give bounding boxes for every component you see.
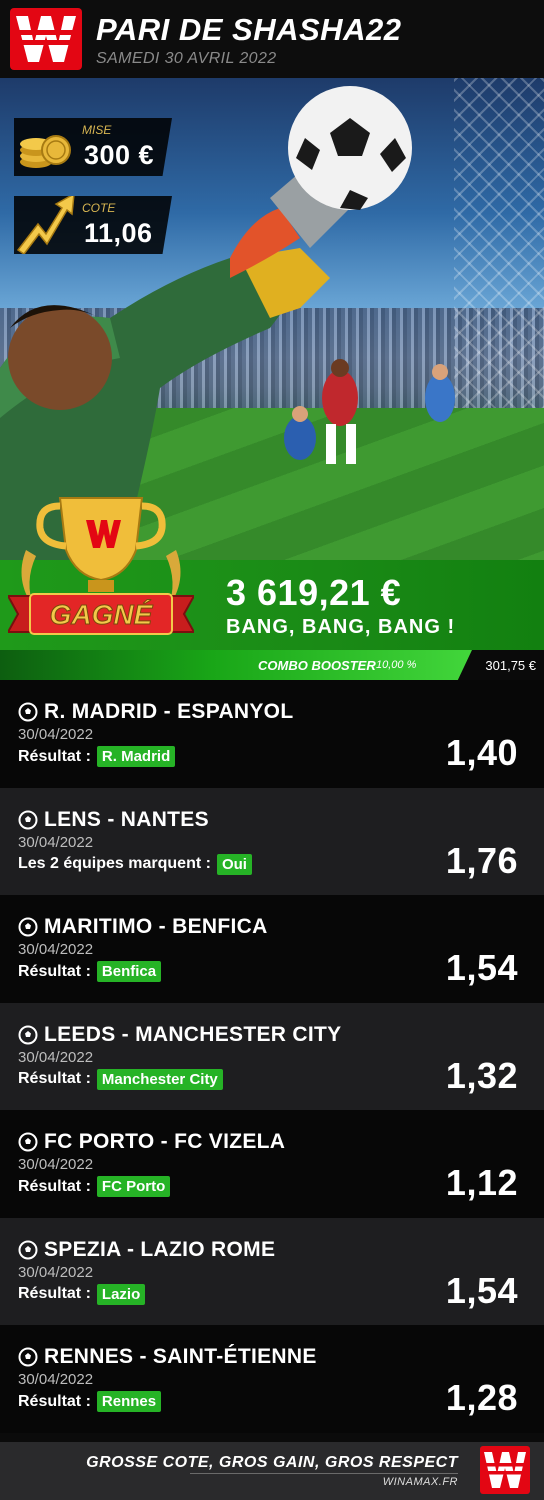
combo-booster-bar: COMBO BOOSTER 10,00 % 301,75 € — [0, 650, 544, 680]
rocket-ball-illustration — [230, 86, 412, 278]
soccer-ball-icon — [18, 917, 38, 937]
win-badge-label: GAGNÉ — [50, 599, 154, 630]
bet-odds: 1,40 — [445, 732, 518, 773]
bet-odds: 1,76 — [445, 839, 518, 881]
bet-odds: 1,28 — [445, 1377, 518, 1418]
combo-booster-label: COMBO BOOSTER — [258, 658, 376, 673]
bet-match: FC PORTO - FC VIZELA — [44, 1130, 286, 1153]
soccer-ball-icon — [18, 810, 38, 829]
bet-row: FC PORTO - FC VIZELA 30/04/2022 Résultat… — [0, 1110, 544, 1218]
bet-odds: 1,54 — [445, 947, 518, 988]
bet-row: LEEDS - MANCHESTER CITY 30/04/2022 Résul… — [0, 1002, 544, 1110]
bet-odds: 1,12 — [445, 1162, 518, 1203]
bet-match-date: 30/04/2022 — [18, 833, 94, 851]
soccer-ball-icon — [18, 1240, 38, 1259]
page-title: PARI DE SHASHA22 — [96, 12, 402, 47]
trophy-icon: GAGNÉ — [8, 497, 194, 635]
bet-match: RENNES - SAINT-ÉTIENNE — [44, 1345, 317, 1368]
bet-market: Résultat : — [18, 1392, 91, 1410]
bet-row: RENNES - SAINT-ÉTIENNE 30/04/2022 Résult… — [0, 1325, 544, 1433]
hero-illustration: MISE 300 € COTE 11,06 — [0, 78, 544, 560]
bet-date-subtitle: SAMEDI 30 AVRIL 2022 — [96, 50, 277, 67]
bet-market: Résultat : — [18, 962, 91, 980]
odds-value: 11,06 — [84, 218, 153, 248]
bet-match-date: 30/04/2022 — [18, 1048, 94, 1066]
soccer-ball-icon — [18, 702, 38, 722]
bet-match-date: 30/04/2022 — [18, 1371, 94, 1388]
bet-pick-badge: Oui — [216, 853, 252, 875]
bet-match: SPEZIA - LAZIO ROME — [44, 1237, 276, 1261]
soccer-ball-icon — [18, 1025, 38, 1044]
bet-row: R. MADRID - ESPANYOL 30/04/2022 Résultat… — [0, 680, 544, 788]
stake-label: MISE — [82, 123, 112, 137]
bet-match: LENS - NANTES — [44, 807, 209, 831]
odds-label: COTE — [82, 201, 116, 215]
stake-value: 300 € — [84, 140, 155, 170]
footer-divider — [190, 1473, 458, 1474]
stake-box: MISE 300 € — [14, 118, 172, 176]
soccer-ball-icon — [18, 1132, 38, 1152]
bet-match: LEEDS - MANCHESTER CITY — [44, 1022, 342, 1046]
bet-row: MARITIMO - BENFICA 30/04/2022 Résultat :… — [0, 895, 544, 1003]
bet-match-date: 30/04/2022 — [18, 726, 94, 743]
bet-pick-badge: Lazio — [96, 1283, 146, 1305]
bet-pick-badge: FC Porto — [96, 1176, 171, 1197]
combo-booster-percent: 10,00 % — [376, 659, 417, 671]
bet-pick-badge: Benfica — [96, 961, 162, 982]
bet-odds: 1,32 — [445, 1054, 518, 1096]
win-amount: 3 619,21 € — [226, 572, 402, 613]
bet-pick-badge: Manchester City — [96, 1068, 223, 1090]
footer: GROSSE COTE, GROS GAIN, GROS RESPECT WIN… — [0, 1442, 544, 1500]
bet-match-date: 30/04/2022 — [18, 1263, 94, 1281]
winamax-logo — [10, 8, 82, 70]
winamax-logo[interactable] — [480, 1446, 530, 1494]
bet-market: Résultat : — [18, 1285, 91, 1302]
bet-match: R. MADRID - ESPANYOL — [44, 700, 294, 723]
bet-match-date: 30/04/2022 — [18, 941, 94, 958]
footer-slogan: GROSSE COTE, GROS GAIN, GROS RESPECT — [86, 1454, 458, 1471]
coins-icon — [20, 135, 71, 168]
bet-match-date: 30/04/2022 — [18, 1156, 94, 1173]
bet-odds: 1,54 — [445, 1269, 518, 1311]
odds-box: COTE 11,06 — [14, 196, 172, 254]
bet-market: Les 2 équipes marquent : — [18, 855, 211, 872]
header: PARI DE SHASHA22 SAMEDI 30 AVRIL 2022 — [0, 0, 544, 78]
soccer-ball-icon — [18, 1347, 38, 1367]
bets-list: R. MADRID - ESPANYOL 30/04/2022 Résultat… — [0, 680, 544, 1433]
bet-market: Résultat : — [18, 1070, 91, 1087]
field-players-illustration — [284, 359, 455, 464]
bet-pick-badge: R. Madrid — [96, 746, 176, 767]
bet-pick-badge: Rennes — [96, 1391, 162, 1412]
combo-booster-amount: 301,75 € — [485, 658, 536, 673]
footer-url[interactable]: WINAMAX.FR — [383, 1476, 458, 1488]
win-tagline: BANG, BANG, BANG ! — [226, 616, 456, 638]
bet-row: SPEZIA - LAZIO ROME 30/04/2022 Résultat … — [0, 1217, 544, 1325]
bet-market: Résultat : — [18, 1177, 91, 1195]
bet-market: Résultat : — [18, 747, 91, 765]
rising-arrow-icon — [16, 196, 75, 254]
bet-row: LENS - NANTES 30/04/2022 Les 2 équipes m… — [0, 787, 544, 895]
bet-match: MARITIMO - BENFICA — [44, 915, 268, 938]
